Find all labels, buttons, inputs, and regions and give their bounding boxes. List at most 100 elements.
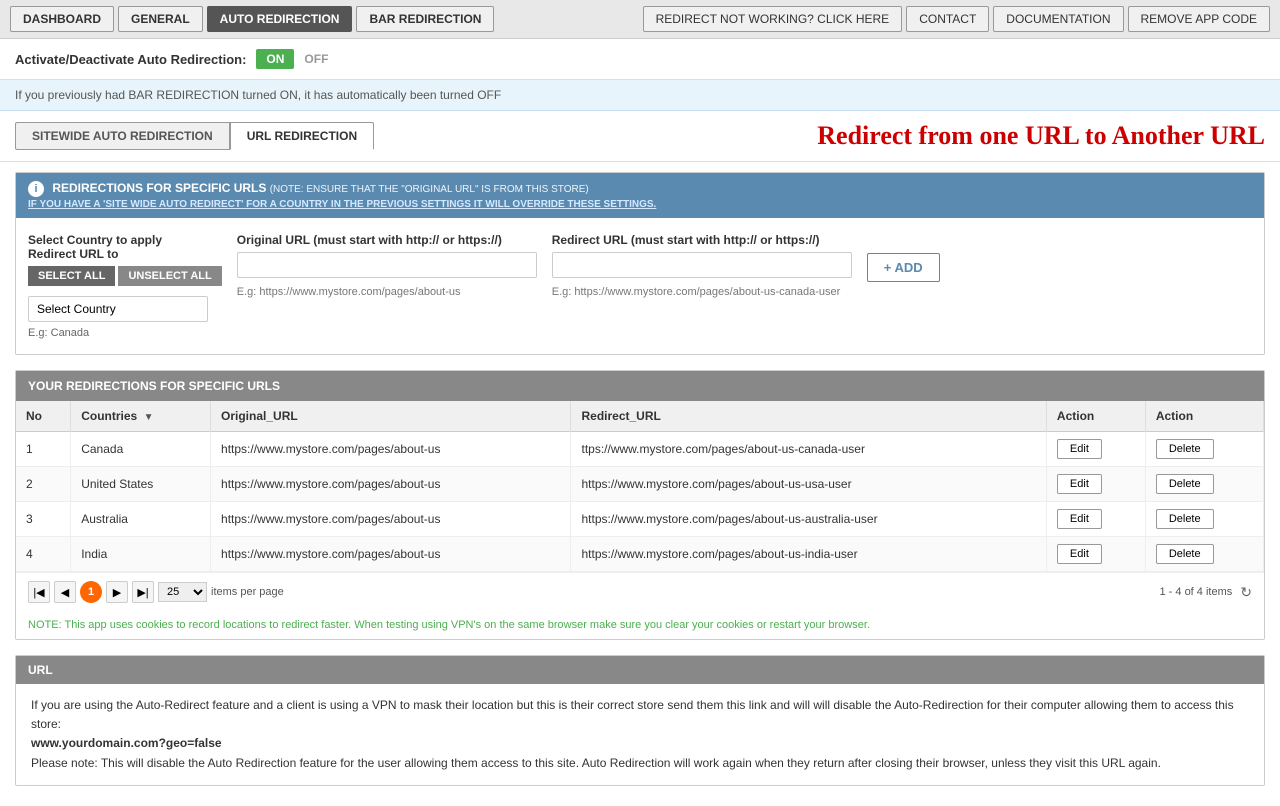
tab-url-redirection[interactable]: URL REDIRECTION	[230, 122, 374, 150]
redirect-url-example: E.g: https://www.mystore.com/pages/about…	[552, 286, 852, 298]
cookie-note: NOTE: This app uses cookies to record lo…	[16, 611, 1264, 639]
country-example: E.g: Canada	[28, 327, 222, 339]
toggle-off-button[interactable]: OFF	[304, 52, 328, 66]
country-select-wrapper: Select Country	[28, 296, 222, 322]
col-action-delete: Action	[1145, 401, 1263, 432]
nav-remove-app-code[interactable]: REMOVE APP CODE	[1128, 6, 1270, 32]
original-url-group: Original URL (must start with http:// or…	[237, 233, 537, 298]
main-content: i REDIRECTIONS FOR SPECIFIC URLS (NOTE: …	[0, 162, 1280, 806]
cell-no: 4	[16, 537, 71, 572]
bar-redirection-info: If you previously had BAR REDIRECTION tu…	[0, 80, 1280, 111]
redirect-url-input[interactable]	[552, 252, 852, 278]
cell-country: Canada	[71, 432, 211, 467]
delete-button[interactable]: Delete	[1156, 509, 1214, 529]
url-section-body: If you are using the Auto-Redirect featu…	[16, 684, 1264, 785]
redirect-heading: Redirect from one URL to Another URL	[817, 121, 1265, 151]
url-section-url: www.yourdomain.com?geo=false	[31, 736, 222, 750]
page-first-button[interactable]: |◀	[28, 581, 50, 603]
original-url-example: E.g: https://www.mystore.com/pages/about…	[237, 286, 537, 298]
country-label: Select Country to apply Redirect URL to	[28, 233, 222, 261]
cell-redirect-url: https://www.mystore.com/pages/about-us-u…	[571, 467, 1046, 502]
redirections-section-header: i REDIRECTIONS FOR SPECIFIC URLS (NOTE: …	[16, 173, 1264, 218]
edit-button[interactable]: Edit	[1057, 439, 1102, 459]
cell-original-url: https://www.mystore.com/pages/about-us	[211, 467, 571, 502]
cell-action-edit: Edit	[1046, 467, 1145, 502]
per-page-label: items per page	[211, 586, 284, 598]
cell-action-delete: Delete	[1145, 432, 1263, 467]
redirections-section: i REDIRECTIONS FOR SPECIFIC URLS (NOTE: …	[15, 172, 1265, 355]
tab-sitewide[interactable]: SITEWIDE AUTO REDIRECTION	[15, 122, 230, 150]
table-section: YOUR REDIRECTIONS FOR SPECIFIC URLS No C…	[15, 370, 1265, 640]
redirections-header-note: (NOTE: ENSURE THAT THE "ORIGINAL URL" IS…	[270, 184, 589, 195]
nav-redirect-not-working[interactable]: REDIRECT NOT WORKING? CLICK HERE	[643, 6, 903, 32]
url-section: URL If you are using the Auto-Redirect f…	[15, 655, 1265, 786]
cell-action-edit: Edit	[1046, 502, 1145, 537]
pagination-left: |◀ ◀ 1 ▶ ▶| 25 50 100 items per page	[28, 581, 284, 603]
page-prev-button[interactable]: ◀	[54, 581, 76, 603]
cell-action-edit: Edit	[1046, 537, 1145, 572]
redirect-url-label: Redirect URL (must start with http:// or…	[552, 233, 852, 247]
edit-button[interactable]: Edit	[1057, 544, 1102, 564]
cell-country: Australia	[71, 502, 211, 537]
cell-redirect-url: https://www.mystore.com/pages/about-us-a…	[571, 502, 1046, 537]
select-buttons: SELECT ALL UNSELECT ALL	[28, 266, 222, 286]
info-icon: i	[28, 181, 44, 197]
cell-original-url: https://www.mystore.com/pages/about-us	[211, 432, 571, 467]
page-last-button[interactable]: ▶|	[132, 581, 154, 603]
delete-button[interactable]: Delete	[1156, 544, 1214, 564]
table-section-header: YOUR REDIRECTIONS FOR SPECIFIC URLS	[16, 371, 1264, 401]
unselect-all-button[interactable]: UNSELECT ALL	[118, 266, 221, 286]
country-select[interactable]: Select Country	[28, 296, 208, 322]
nav-dashboard[interactable]: DASHBOARD	[10, 6, 114, 32]
cell-action-delete: Delete	[1145, 537, 1263, 572]
table-row: 3 Australia https://www.mystore.com/page…	[16, 502, 1264, 537]
redirections-table: No Countries ▼ Original_URL Redirect_URL…	[16, 401, 1264, 572]
cell-redirect-url: ttps://www.mystore.com/pages/about-us-ca…	[571, 432, 1046, 467]
add-button[interactable]: + ADD	[867, 253, 940, 282]
page-next-button[interactable]: ▶	[106, 581, 128, 603]
form-area: Select Country to apply Redirect URL to …	[16, 218, 1264, 354]
cell-no: 3	[16, 502, 71, 537]
refresh-icon[interactable]: ↻	[1240, 584, 1252, 601]
col-countries: Countries ▼	[71, 401, 211, 432]
col-original-url: Original_URL	[211, 401, 571, 432]
country-form-group: Select Country to apply Redirect URL to …	[28, 233, 222, 339]
nav-bar-redirection[interactable]: BAR REDIRECTION	[356, 6, 494, 32]
url-section-header: URL	[16, 656, 1264, 684]
url-section-body-text: If you are using the Auto-Redirect featu…	[31, 698, 1234, 731]
select-all-button[interactable]: SELECT ALL	[28, 266, 115, 286]
redirect-url-group: Redirect URL (must start with http:// or…	[552, 233, 852, 298]
page-current: 1	[80, 581, 102, 603]
nav-contact[interactable]: CONTACT	[906, 6, 989, 32]
top-nav: DASHBOARD GENERAL AUTO REDIRECTION BAR R…	[0, 0, 1280, 39]
table-row: 1 Canada https://www.mystore.com/pages/a…	[16, 432, 1264, 467]
override-link[interactable]: IF YOU HAVE A 'SITE WIDE AUTO REDIRECT' …	[28, 199, 1252, 210]
cell-country: India	[71, 537, 211, 572]
cell-redirect-url: https://www.mystore.com/pages/about-us-i…	[571, 537, 1046, 572]
nav-auto-redirection[interactable]: AUTO REDIRECTION	[207, 6, 353, 32]
edit-button[interactable]: Edit	[1057, 509, 1102, 529]
activate-bar: Activate/Deactivate Auto Redirection: ON…	[0, 39, 1280, 80]
tab-bar: SITEWIDE AUTO REDIRECTION URL REDIRECTIO…	[0, 111, 1280, 162]
top-nav-right: REDIRECT NOT WORKING? CLICK HERE CONTACT…	[643, 6, 1270, 32]
bar-redirection-info-text: If you previously had BAR REDIRECTION tu…	[15, 88, 501, 102]
toggle-on-button[interactable]: ON	[256, 49, 294, 69]
cell-action-edit: Edit	[1046, 432, 1145, 467]
delete-button[interactable]: Delete	[1156, 474, 1214, 494]
cell-action-delete: Delete	[1145, 502, 1263, 537]
col-redirect-url: Redirect_URL	[571, 401, 1046, 432]
original-url-label: Original URL (must start with http:// or…	[237, 233, 537, 247]
cell-no: 2	[16, 467, 71, 502]
nav-documentation[interactable]: DOCUMENTATION	[993, 6, 1123, 32]
col-action-edit: Action	[1046, 401, 1145, 432]
original-url-input[interactable]	[237, 252, 537, 278]
tab-bar-left: SITEWIDE AUTO REDIRECTION URL REDIRECTIO…	[15, 122, 374, 150]
nav-general[interactable]: GENERAL	[118, 6, 203, 32]
activate-label: Activate/Deactivate Auto Redirection:	[15, 52, 246, 67]
per-page-select[interactable]: 25 50 100	[158, 582, 207, 602]
table-row: 2 United States https://www.mystore.com/…	[16, 467, 1264, 502]
delete-button[interactable]: Delete	[1156, 439, 1214, 459]
table-header-row: No Countries ▼ Original_URL Redirect_URL…	[16, 401, 1264, 432]
filter-icon[interactable]: ▼	[144, 412, 154, 423]
edit-button[interactable]: Edit	[1057, 474, 1102, 494]
